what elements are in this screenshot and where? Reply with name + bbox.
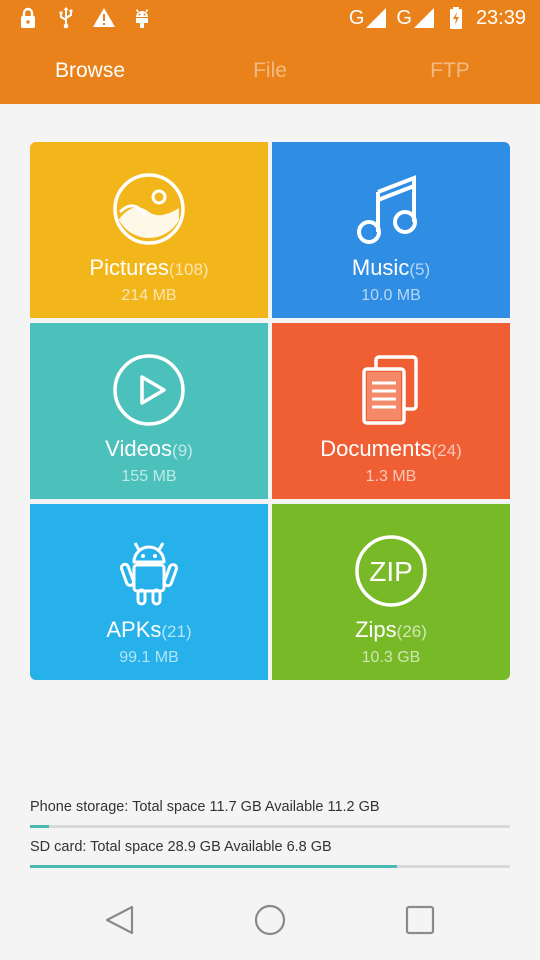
tab-ftp[interactable]: FTP (360, 38, 540, 104)
usb-icon (59, 7, 73, 29)
category-grid: Pictures(108) 214 MB Music(5) 10.0 MB Vi… (30, 142, 510, 680)
category-tile-apks[interactable]: APKs(21) 99.1 MB (30, 504, 268, 680)
category-tile-pictures[interactable]: Pictures(108) 214 MB (30, 142, 268, 318)
category-count: (26) (396, 622, 427, 641)
play-icon (113, 354, 185, 426)
sd-card-storage-label: SD card: Total space 28.9 GB Available 6… (30, 839, 332, 855)
status-bar: G G 23:39 (0, 0, 540, 38)
category-size: 99.1 MB (119, 649, 179, 666)
category-count: (21) (161, 622, 192, 641)
signal-icon (413, 8, 434, 28)
warning-icon (93, 8, 115, 27)
category-tile-zips[interactable]: ZIP Zips(26) 10.3 GB (272, 504, 510, 680)
category-name: Pictures (89, 255, 169, 280)
category-count: (108) (168, 260, 209, 279)
android-icon (119, 542, 179, 606)
recents-icon[interactable] (402, 902, 438, 938)
picture-icon (113, 173, 185, 245)
category-tile-documents[interactable]: Documents(24) 1.3 MB (272, 323, 510, 499)
category-tile-music[interactable]: Music(5) 10.0 MB (272, 142, 510, 318)
app-bar: G G 23:39 Browse File FTP (0, 0, 540, 104)
clock: 23:39 (475, 6, 526, 29)
tab-bar: Browse File FTP (0, 38, 540, 104)
network-type-1: G (348, 6, 365, 29)
category-size: 1.3 MB (365, 468, 417, 485)
lock-icon (21, 7, 35, 28)
phone-storage-fill (30, 825, 50, 828)
tab-file[interactable]: File (180, 38, 360, 104)
category-count: (24) (431, 441, 462, 460)
tab-browse[interactable]: Browse (0, 38, 180, 104)
sd-card-storage-bar (30, 865, 510, 868)
music-note-icon (357, 175, 417, 244)
zip-icon-text: ZIP (369, 556, 413, 587)
documents-icon (362, 355, 418, 425)
category-size: 155 MB (121, 468, 177, 485)
category-size: 10.3 GB (361, 649, 421, 666)
category-tile-videos[interactable]: Videos(9) 155 MB (30, 323, 268, 499)
category-name: APKs (106, 617, 162, 642)
phone-storage-bar (30, 825, 510, 828)
network-type-2: G (396, 6, 412, 29)
category-name: Music (351, 255, 410, 280)
sd-card-storage: SD card: Total space 28.9 GB Available 6… (30, 839, 510, 868)
category-name: Videos (105, 436, 173, 461)
battery-charging-icon (449, 7, 462, 29)
phone-storage-label: Phone storage: Total space 11.7 GB Avail… (30, 799, 380, 815)
category-size: 10.0 MB (361, 287, 421, 304)
category-size: 214 MB (121, 287, 177, 304)
android-debug-icon (135, 9, 149, 28)
sd-card-storage-fill (30, 865, 398, 868)
signal-icon (366, 8, 387, 28)
phone-storage: Phone storage: Total space 11.7 GB Avail… (30, 799, 510, 828)
category-name: Documents (320, 436, 432, 461)
back-icon[interactable] (102, 902, 138, 938)
category-count: (5) (409, 260, 431, 279)
category-name: Zips (355, 617, 397, 642)
home-icon[interactable] (252, 902, 288, 938)
navigation-bar (0, 880, 540, 960)
category-count: (9) (172, 441, 193, 460)
zip-icon: ZIP (355, 535, 427, 607)
